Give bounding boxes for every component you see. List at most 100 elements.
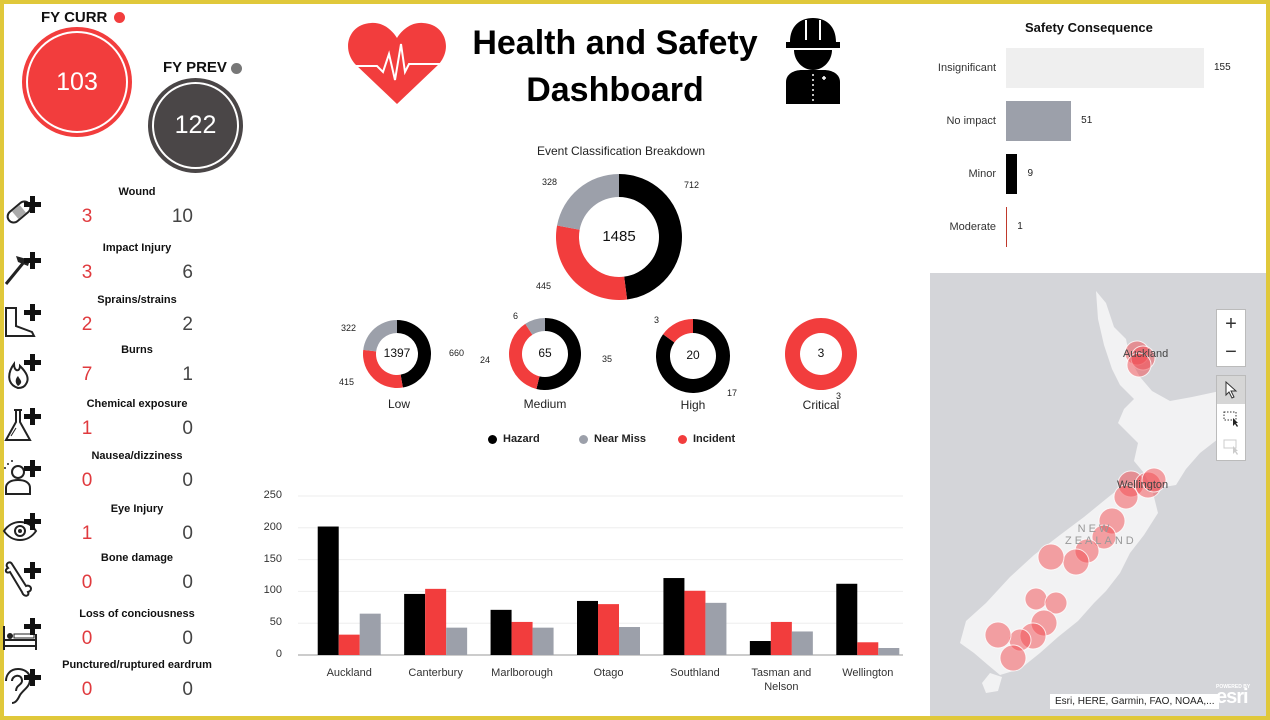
x-category-label: Otago [593, 667, 624, 679]
bar-near-miss[interactable] [705, 602, 727, 655]
bar-hazard[interactable] [577, 600, 598, 655]
legend-near-miss[interactable]: Near Miss [579, 433, 646, 445]
map-view[interactable]: Auckland Wellington NEW ZEALAND + − [930, 273, 1266, 716]
legend-incident-label: Incident [693, 433, 736, 445]
zoom-controls: + − [1216, 309, 1246, 367]
bar-near-miss[interactable] [359, 613, 381, 655]
legend-hazard[interactable]: Hazard [488, 433, 540, 445]
injury-previous-count: 0 [182, 523, 193, 544]
donut-data-label: 24 [480, 355, 491, 365]
consequence-value: 51 [1081, 115, 1093, 126]
consequence-bar[interactable] [1006, 101, 1072, 141]
bar-hazard[interactable] [490, 609, 512, 655]
bone-icon [2, 560, 41, 598]
map-attribution[interactable]: Esri, HERE, Garmin, FAO, NOAA,... [1050, 694, 1220, 709]
bar-incident[interactable] [770, 621, 792, 655]
y-tick-label: 250 [263, 489, 282, 501]
donut-center-total: 20 [686, 348, 700, 362]
select-pointer-tool[interactable] [1217, 376, 1245, 404]
bar-hazard[interactable] [317, 526, 339, 655]
donut-slice-near-miss[interactable] [557, 174, 619, 230]
bar-hazard[interactable] [749, 641, 771, 655]
bar-near-miss[interactable] [446, 627, 468, 655]
donut-center-total: 1485 [602, 227, 636, 245]
injury-previous-count: 0 [182, 679, 193, 700]
legend-near-miss-swatch [579, 434, 588, 444]
donut-data-label: 17 [727, 388, 738, 398]
consequence-value: 155 [1214, 62, 1231, 73]
consequence-label: Minor [968, 168, 996, 180]
consequence-label: Moderate [949, 221, 996, 233]
consequence-label: Insignificant [937, 62, 996, 74]
donut-data-label: 660 [449, 348, 465, 358]
donut-center-total: 65 [538, 346, 552, 360]
lasso-select-icon [1223, 439, 1238, 455]
zoom-in-button[interactable]: + [1217, 310, 1245, 338]
donut-center-total: 1397 [383, 346, 411, 360]
bar-near-miss[interactable] [532, 627, 554, 655]
safety-consequence-title: Safety Consequence [1025, 20, 1153, 35]
bed-icon [2, 616, 41, 654]
x-category-label: Marlborough [491, 667, 553, 679]
rectangle-select-tool[interactable] [1217, 404, 1245, 432]
legend-incident[interactable]: Incident [678, 433, 735, 445]
donut-data-label: 712 [684, 180, 700, 190]
bar-hazard[interactable] [836, 583, 858, 655]
injury-previous-count: 0 [182, 572, 193, 593]
donut-category-label: Critical [802, 398, 840, 412]
injury-name: Punctured/ruptured eardrum [62, 659, 212, 671]
donut-center-total: 3 [817, 346, 825, 360]
esri-logo[interactable]: POWERED BY esri [1216, 684, 1250, 709]
donut-data-label: 445 [536, 281, 552, 291]
injury-name: Bone damage [100, 552, 174, 564]
donut-data-label: 6 [513, 311, 519, 321]
pointer-icon [1225, 381, 1238, 399]
x-category-label: Southland [670, 667, 720, 679]
injury-current-count: 1 [81, 523, 93, 544]
selection-tools [1216, 375, 1246, 461]
consequence-bar[interactable] [1006, 48, 1204, 88]
bar-near-miss[interactable] [791, 631, 813, 655]
bar-incident[interactable] [338, 634, 360, 655]
injury-name: Eye Injury [110, 503, 164, 515]
x-category-label: Auckland [326, 667, 372, 679]
ear-icon [2, 667, 41, 705]
bar-hazard[interactable] [663, 578, 685, 655]
injury-name: Loss of conciousness [79, 608, 195, 620]
bar-near-miss[interactable] [619, 627, 640, 655]
y-tick-label: 200 [263, 520, 282, 533]
donut-category-label: Medium [523, 397, 567, 411]
injury-current-count: 0 [81, 679, 93, 700]
legend-near-miss-label: Near Miss [594, 433, 646, 445]
consequence-bar[interactable] [1006, 154, 1018, 194]
bar-near-miss[interactable] [878, 648, 900, 655]
bar-incident[interactable] [598, 604, 619, 655]
zoom-out-button[interactable]: − [1217, 338, 1245, 366]
donut-data-label: 35 [602, 354, 613, 364]
bar-incident[interactable] [425, 588, 447, 655]
consequence-bar[interactable] [1006, 207, 1008, 247]
consequence-value: 1 [1017, 221, 1023, 232]
map-label-country: NEW ZEALAND [1065, 523, 1137, 547]
donut-data-label: 415 [339, 377, 355, 387]
bar-incident[interactable] [684, 590, 706, 655]
donut-data-label: 322 [341, 323, 357, 333]
x-category-label: Wellington [842, 667, 894, 679]
bar-incident[interactable] [511, 621, 533, 655]
y-tick-label: 50 [269, 616, 282, 629]
injury-current-count: 0 [81, 628, 93, 649]
donut-category-label: Low [387, 397, 410, 411]
donut-category-label: High [680, 398, 706, 412]
bar-incident[interactable] [857, 642, 879, 655]
map-label-wellington: Wellington [1117, 479, 1169, 491]
consequence-value: 9 [1027, 168, 1034, 179]
bar-hazard[interactable] [404, 593, 426, 655]
y-tick-label: 0 [275, 648, 282, 660]
lasso-select-tool[interactable] [1217, 432, 1245, 460]
injury-current-count: 0 [81, 572, 93, 593]
injury-previous-count: 0 [182, 628, 193, 649]
legend-incident-swatch [678, 434, 687, 444]
x-category-label: Tasman and Nelson [751, 667, 812, 693]
consequence-label: No impact [946, 115, 996, 127]
map-label-auckland: Auckland [1123, 348, 1169, 360]
